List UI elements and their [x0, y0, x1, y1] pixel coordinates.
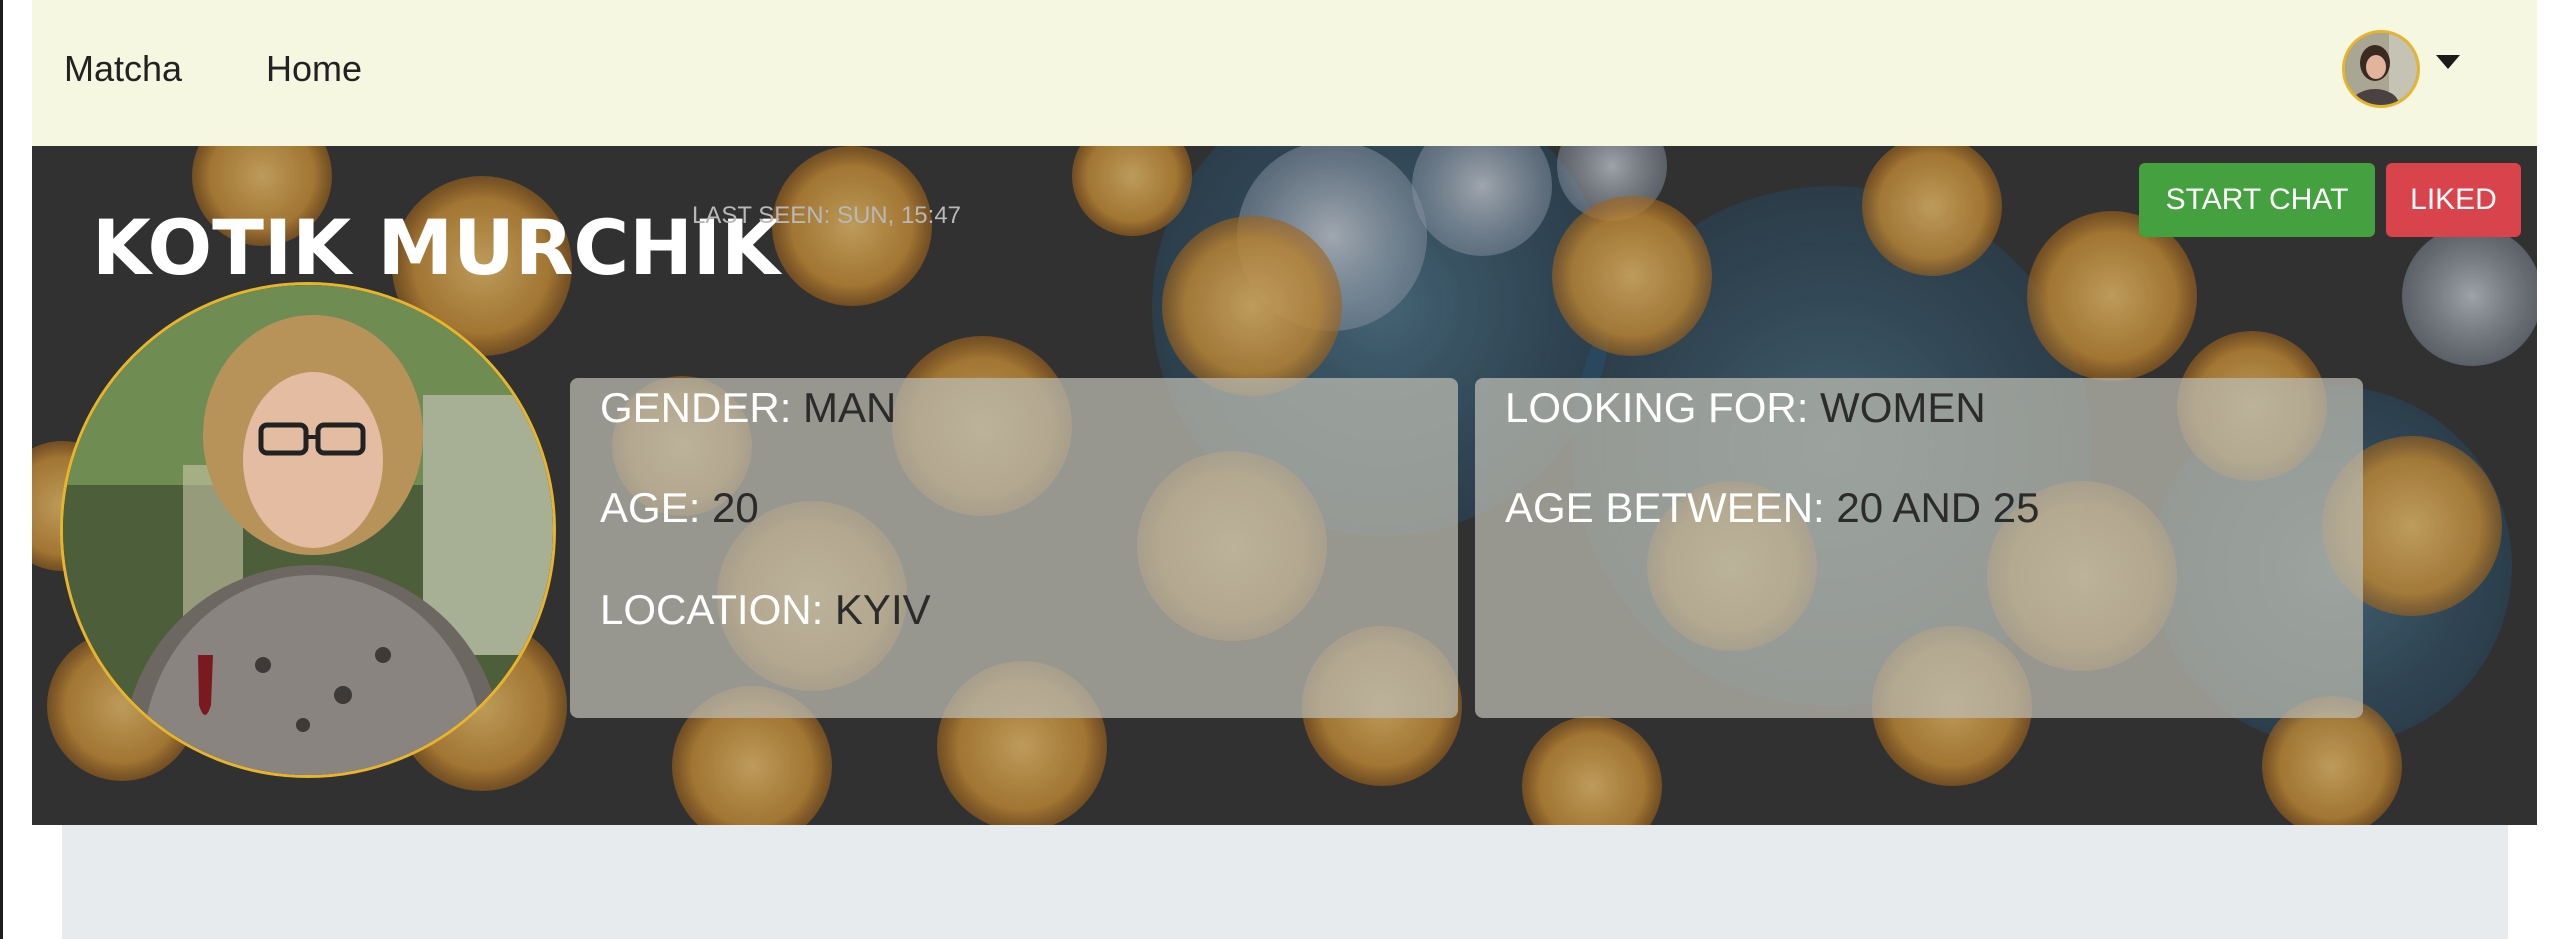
avatar-image: [2345, 33, 2417, 105]
age-between-row: AGE BETWEEN: 20 AND 25: [1505, 484, 2040, 532]
age-row: AGE: 20: [600, 484, 759, 532]
profile-header: KOTIK MURCHIK LAST SEEN: SUN, 15:47 STAR…: [32, 146, 2537, 825]
window-edge: [0, 0, 3, 939]
looking-for-row: LOOKING FOR: WOMEN: [1505, 384, 1986, 432]
navbar: Matcha Home: [32, 0, 2537, 146]
start-chat-button[interactable]: START CHAT: [2139, 163, 2375, 237]
location-label: LOCATION:: [600, 586, 824, 633]
profile-photo-image: [63, 285, 553, 775]
looking-for-value: WOMEN: [1820, 384, 1986, 431]
profile-name: KOTIK MURCHIK: [92, 202, 780, 292]
looking-for-label: LOOKING FOR:: [1505, 384, 1809, 431]
age-between-label: AGE BETWEEN:: [1505, 484, 1825, 531]
gender-label: GENDER:: [600, 384, 792, 431]
gender-value: MAN: [803, 384, 897, 431]
preferences-card: LOOKING FOR: WOMEN AGE BETWEEN: 20 AND 2…: [1475, 378, 2363, 718]
age-between-value: 20 AND 25: [1836, 484, 2040, 531]
profile-photo: [60, 282, 556, 778]
age-value: 20: [712, 484, 759, 531]
age-label: AGE:: [600, 484, 701, 531]
user-avatar-icon[interactable]: [2342, 30, 2420, 108]
brand-logo[interactable]: Matcha: [64, 48, 182, 90]
profile-info-card: GENDER: MAN AGE: 20 LOCATION: KYIV: [570, 378, 1458, 718]
last-seen-status: LAST SEEN: SUN, 15:47: [692, 202, 962, 229]
liked-button[interactable]: LIKED: [2386, 163, 2521, 237]
gender-row: GENDER: MAN: [600, 384, 896, 432]
location-row: LOCATION: KYIV: [600, 586, 931, 634]
location-value: KYIV: [834, 586, 931, 633]
caret-down-icon[interactable]: [2436, 55, 2460, 69]
nav-home-link[interactable]: Home: [266, 48, 362, 90]
content-area: [62, 825, 2508, 939]
